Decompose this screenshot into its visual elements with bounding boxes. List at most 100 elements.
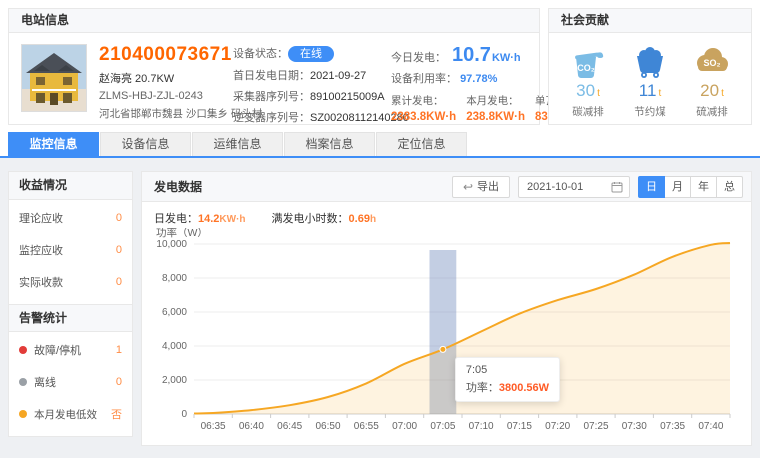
main-tabs: 监控信息 设备信息 运维信息 档案信息 定位信息 [0,132,760,158]
calendar-icon [611,181,623,193]
range-total-button[interactable]: 总 [717,176,743,198]
svg-text:07:05: 07:05 [430,421,455,432]
coal-saving-icon [621,43,679,79]
station-panel-title: 电站信息 [9,9,539,33]
svg-text:07:20: 07:20 [545,421,570,432]
first-gen-row: 首日发电日期：2021-09-27 [233,67,379,83]
alarm-row-fault: 故障/停机1 [9,334,132,366]
alarm-value: 1 [116,344,122,356]
month-generation-value: 238.8KW·h [466,111,525,123]
co2-unit: t [597,88,600,99]
top-section: 电站信息 21040007367 [0,0,760,132]
svg-text:06:45: 06:45 [277,421,302,432]
low-efficiency-dot-icon [19,410,27,418]
tab-monitoring[interactable]: 监控信息 [8,132,99,156]
alarm-row-low-efficiency: 本月发电低效否 [9,398,132,430]
content-area: 收益情况 理论应收0 监控应收0 实际收款0 告警统计 故障/停机1 离线0 [0,158,760,458]
export-button[interactable]: ↩ 导出 [452,176,510,198]
power-area-chart[interactable]: 0 2,000 4,000 6,000 8,000 10,000功率（W） 06:35 06:… [148,228,736,440]
coal-value: 11 [639,81,657,100]
svg-text:07:35: 07:35 [660,421,685,432]
svg-text:07:25: 07:25 [583,421,608,432]
device-status-row: 设备状态：在线 [233,45,379,62]
svg-text:6,000: 6,000 [162,307,187,318]
svg-text:8,000: 8,000 [162,273,187,284]
svg-text:06:35: 06:35 [201,421,226,432]
total-generation-value: 2383.8KW·h [391,111,456,123]
svg-text:06:50: 06:50 [315,421,340,432]
full-hours-stat: 满发电小时数：0.69h [272,210,377,226]
tab-archives[interactable]: 档案信息 [284,132,375,156]
social-panel-title: 社会贡献 [549,9,751,33]
power-chart[interactable]: 0 2,000 4,000 6,000 8,000 10,000功率（W） 06:35 06:… [148,228,747,443]
range-year-button[interactable]: 年 [691,176,717,198]
revenue-value: 0 [116,212,122,224]
total-generation: 累计发电： 2383.8KW·h [391,93,456,123]
station-owner: 赵海亮 20.7KW [99,70,221,86]
generation-data-panel: 发电数据 ↩ 导出 2021-10-01 日 月 年 总 [141,171,752,446]
svg-text:07:10: 07:10 [469,421,494,432]
so2-value: 20 [700,81,719,100]
svg-text:SO₂: SO₂ [703,58,720,68]
co2-label: 碳减排 [559,104,617,119]
revenue-row-monitored: 监控应收0 [9,234,132,266]
daily-generation-stat: 日发电：14.2KW·h [154,210,246,226]
so2-reduction-icon: SO₂ [683,43,741,79]
social-contribution-panel: 社会贡献 CO₂ 30t 碳减排 [548,8,752,125]
social-item-co2: CO₂ 30t 碳减排 [559,43,617,119]
social-item-so2: SO₂ 20t 硫减排 [683,43,741,119]
date-value: 2021-10-01 [527,181,583,193]
svg-text:4,000: 4,000 [162,341,187,352]
alarm-row-offline: 离线0 [9,366,132,398]
generation-panel-title: 发电数据 [154,178,202,195]
revenue-value: 0 [116,244,122,256]
svg-text:CO₂: CO₂ [577,63,595,73]
range-day-button[interactable]: 日 [638,176,665,198]
station-code: ZLMS-HBJ-ZJL-0243 [99,90,221,102]
inverter-row: 逆变器序列号：SZ00208112140280 [233,109,379,125]
svg-text:0: 0 [181,409,187,420]
svg-text:07:15: 07:15 [507,421,532,432]
alarm-value: 否 [111,406,122,422]
svg-text:07:30: 07:30 [622,421,647,432]
svg-text:10,000: 10,000 [156,239,187,250]
station-id: 210400073671 [99,44,221,66]
revenue-value: 0 [116,276,122,288]
range-segmented-control: 日 月 年 总 [638,176,743,198]
export-arrow-icon: ↩ [463,177,473,197]
social-item-coal: 11t 节约煤 [621,43,679,119]
collector-row: 采集器序列号：89100215009A [233,88,379,104]
revenue-row-actual: 实际收款0 [9,266,132,298]
coal-label: 节约煤 [621,104,679,119]
date-picker[interactable]: 2021-10-01 [518,176,630,198]
status-badge: 在线 [288,46,334,62]
sidebar: 收益情况 理论应收0 监控应收0 实际收款0 告警统计 故障/停机1 离线0 [8,171,133,437]
fault-dot-icon [19,346,27,354]
so2-label: 硫减排 [683,104,741,119]
co2-reduction-icon: CO₂ [559,43,617,79]
co2-value: 30 [576,81,595,100]
svg-text:功率（W）: 功率（W） [156,228,208,239]
svg-text:07:40: 07:40 [698,421,723,432]
svg-text:07:00: 07:00 [392,421,417,432]
so2-unit: t [721,88,724,99]
revenue-row-theoretical: 理论应收0 [9,202,132,234]
svg-text:06:40: 06:40 [239,421,264,432]
range-month-button[interactable]: 月 [665,176,691,198]
svg-text:2,000: 2,000 [162,375,187,386]
coal-unit: t [658,88,661,99]
utilization-value: 97.78% [460,73,497,85]
revenue-section-title: 收益情况 [9,172,132,200]
house-image [22,45,86,111]
offline-dot-icon [19,378,27,386]
station-photo [21,44,87,112]
svg-text:06:55: 06:55 [354,421,379,432]
tab-location[interactable]: 定位信息 [376,132,467,156]
station-info-panel: 电站信息 21040007367 [8,8,540,125]
month-generation: 本月发电： 238.8KW·h [466,93,525,123]
station-address: 河北省邯郸市魏县 沙口集乡 码头村 [99,106,221,121]
today-generation-value: 10.7 [452,44,491,67]
alarm-value: 0 [116,376,122,388]
tab-devices[interactable]: 设备信息 [100,132,191,156]
tab-maintenance[interactable]: 运维信息 [192,132,283,156]
